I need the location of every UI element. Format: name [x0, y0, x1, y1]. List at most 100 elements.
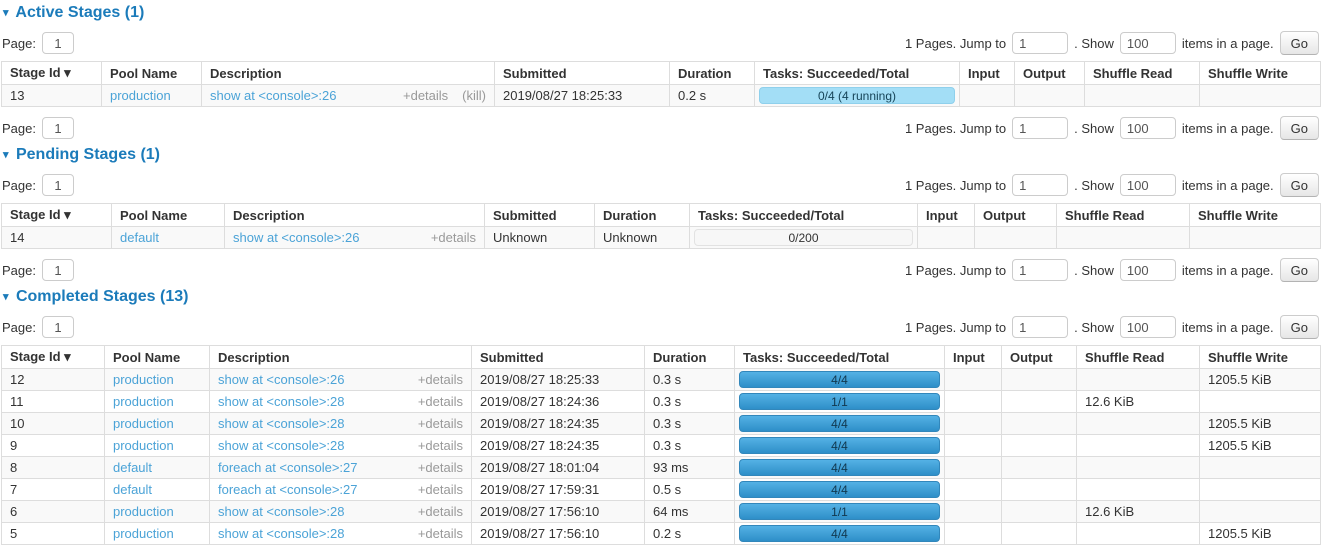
column-header-duration[interactable]: Duration	[670, 62, 755, 85]
pool-name-cell: default	[112, 227, 225, 249]
kill-link[interactable]: (kill)	[462, 88, 486, 103]
column-header-output[interactable]: Output	[1002, 346, 1077, 369]
details-toggle[interactable]: +details	[418, 438, 463, 453]
column-header-input[interactable]: Input	[960, 62, 1015, 85]
go-button[interactable]: Go	[1280, 31, 1319, 55]
page-number-input[interactable]	[42, 316, 74, 338]
column-header-stage-id[interactable]: Stage Id ▾	[2, 204, 112, 227]
description-link[interactable]: show at <console>:26	[233, 230, 359, 245]
page-number-input[interactable]	[42, 117, 74, 139]
stage-row: 7defaultforeach at <console>:27+details2…	[2, 479, 1321, 501]
column-header-stage-id[interactable]: Stage Id ▾	[2, 62, 102, 85]
pool-name-link[interactable]: production	[113, 438, 174, 453]
column-header-shuffle-read[interactable]: Shuffle Read	[1085, 62, 1200, 85]
description-link[interactable]: show at <console>:28	[218, 416, 344, 431]
column-header-submitted[interactable]: Submitted	[495, 62, 670, 85]
description-link[interactable]: foreach at <console>:27	[218, 460, 358, 475]
go-button[interactable]: Go	[1280, 315, 1319, 339]
description-link[interactable]: show at <console>:26	[218, 372, 344, 387]
header-row: Stage Id ▾Pool NameDescriptionSubmittedD…	[2, 346, 1321, 369]
details-toggle[interactable]: +details	[418, 482, 463, 497]
page-size-input[interactable]	[1120, 174, 1176, 196]
details-toggle[interactable]: +details	[403, 88, 448, 103]
section-title-active[interactable]: ▾ Active Stages (1)	[3, 4, 1320, 22]
pool-name-link[interactable]: production	[113, 394, 174, 409]
column-header-submitted[interactable]: Submitted	[485, 204, 595, 227]
pool-name-link[interactable]: default	[113, 482, 152, 497]
column-header-shuffle-read[interactable]: Shuffle Read	[1077, 346, 1200, 369]
jump-to-page-input[interactable]	[1012, 32, 1068, 54]
column-header-pool-name[interactable]: Pool Name	[102, 62, 202, 85]
shuffle-read-cell	[1077, 457, 1200, 479]
pool-name-link[interactable]: production	[113, 416, 174, 431]
details-toggle[interactable]: +details	[431, 230, 476, 245]
column-header-duration[interactable]: Duration	[645, 346, 735, 369]
pool-name-link[interactable]: production	[113, 526, 174, 541]
details-toggle[interactable]: +details	[418, 372, 463, 387]
stage-row: 13productionshow at <console>:26+details…	[2, 85, 1321, 107]
details-toggle[interactable]: +details	[418, 460, 463, 475]
column-header-description[interactable]: Description	[210, 346, 472, 369]
pool-name-cell: default	[105, 457, 210, 479]
page-size-input[interactable]	[1120, 259, 1176, 281]
pool-name-link[interactable]: production	[113, 504, 174, 519]
column-header-pool-name[interactable]: Pool Name	[112, 204, 225, 227]
page-size-input[interactable]	[1120, 117, 1176, 139]
column-header-shuffle-read[interactable]: Shuffle Read	[1057, 204, 1190, 227]
details-toggle[interactable]: +details	[418, 526, 463, 541]
go-button[interactable]: Go	[1280, 258, 1319, 282]
description-link[interactable]: show at <console>:28	[218, 438, 344, 453]
page-label: Page:	[2, 263, 36, 278]
shuffle-read-cell	[1077, 479, 1200, 501]
description-link[interactable]: show at <console>:28	[218, 394, 344, 409]
description-link[interactable]: show at <console>:26	[210, 88, 336, 103]
shuffle-read-cell	[1077, 413, 1200, 435]
column-header-stage-id[interactable]: Stage Id ▾	[2, 346, 105, 369]
pool-name-link[interactable]: default	[120, 230, 159, 245]
column-header-input[interactable]: Input	[918, 204, 975, 227]
output-cell	[975, 227, 1057, 249]
column-header-tasks-succeeded-total[interactable]: Tasks: Succeeded/Total	[690, 204, 918, 227]
pagination-completed-top: Page:1 Pages. Jump to. Showitems in a pa…	[2, 315, 1319, 339]
column-header-tasks-succeeded-total[interactable]: Tasks: Succeeded/Total	[755, 62, 960, 85]
section-title-pending[interactable]: ▾ Pending Stages (1)	[3, 146, 1320, 164]
page-size-input[interactable]	[1120, 316, 1176, 338]
pool-name-link[interactable]: default	[113, 460, 152, 475]
column-header-input[interactable]: Input	[945, 346, 1002, 369]
page-number-input[interactable]	[42, 259, 74, 281]
column-header-shuffle-write[interactable]: Shuffle Write	[1200, 62, 1321, 85]
column-header-shuffle-write[interactable]: Shuffle Write	[1200, 346, 1321, 369]
column-header-output[interactable]: Output	[1015, 62, 1085, 85]
page-size-input[interactable]	[1120, 32, 1176, 54]
column-header-pool-name[interactable]: Pool Name	[105, 346, 210, 369]
duration-cell: 0.3 s	[645, 413, 735, 435]
column-header-output[interactable]: Output	[975, 204, 1057, 227]
go-button[interactable]: Go	[1280, 173, 1319, 197]
page-number-input[interactable]	[42, 174, 74, 196]
stage-row: 12productionshow at <console>:26+details…	[2, 369, 1321, 391]
pool-name-link[interactable]: production	[113, 372, 174, 387]
go-button[interactable]: Go	[1280, 116, 1319, 140]
jump-to-page-input[interactable]	[1012, 174, 1068, 196]
column-header-duration[interactable]: Duration	[595, 204, 690, 227]
column-header-description[interactable]: Description	[202, 62, 495, 85]
column-header-submitted[interactable]: Submitted	[472, 346, 645, 369]
section-title-completed[interactable]: ▾ Completed Stages (13)	[3, 288, 1320, 306]
column-header-shuffle-write[interactable]: Shuffle Write	[1190, 204, 1321, 227]
column-header-tasks-succeeded-total[interactable]: Tasks: Succeeded/Total	[735, 346, 945, 369]
page-number-input[interactable]	[42, 32, 74, 54]
submitted-cell: 2019/08/27 18:01:04	[472, 457, 645, 479]
jump-to-page-input[interactable]	[1012, 259, 1068, 281]
jump-to-page-input[interactable]	[1012, 316, 1068, 338]
description-link[interactable]: show at <console>:28	[218, 526, 344, 541]
details-toggle[interactable]: +details	[418, 504, 463, 519]
column-header-description[interactable]: Description	[225, 204, 485, 227]
details-toggle[interactable]: +details	[418, 416, 463, 431]
jump-to-page-input[interactable]	[1012, 117, 1068, 139]
details-toggle[interactable]: +details	[418, 394, 463, 409]
pool-name-link[interactable]: production	[110, 88, 171, 103]
tasks-cell: 4/4	[735, 369, 945, 391]
output-cell	[1002, 479, 1077, 501]
description-link[interactable]: foreach at <console>:27	[218, 482, 358, 497]
description-link[interactable]: show at <console>:28	[218, 504, 344, 519]
